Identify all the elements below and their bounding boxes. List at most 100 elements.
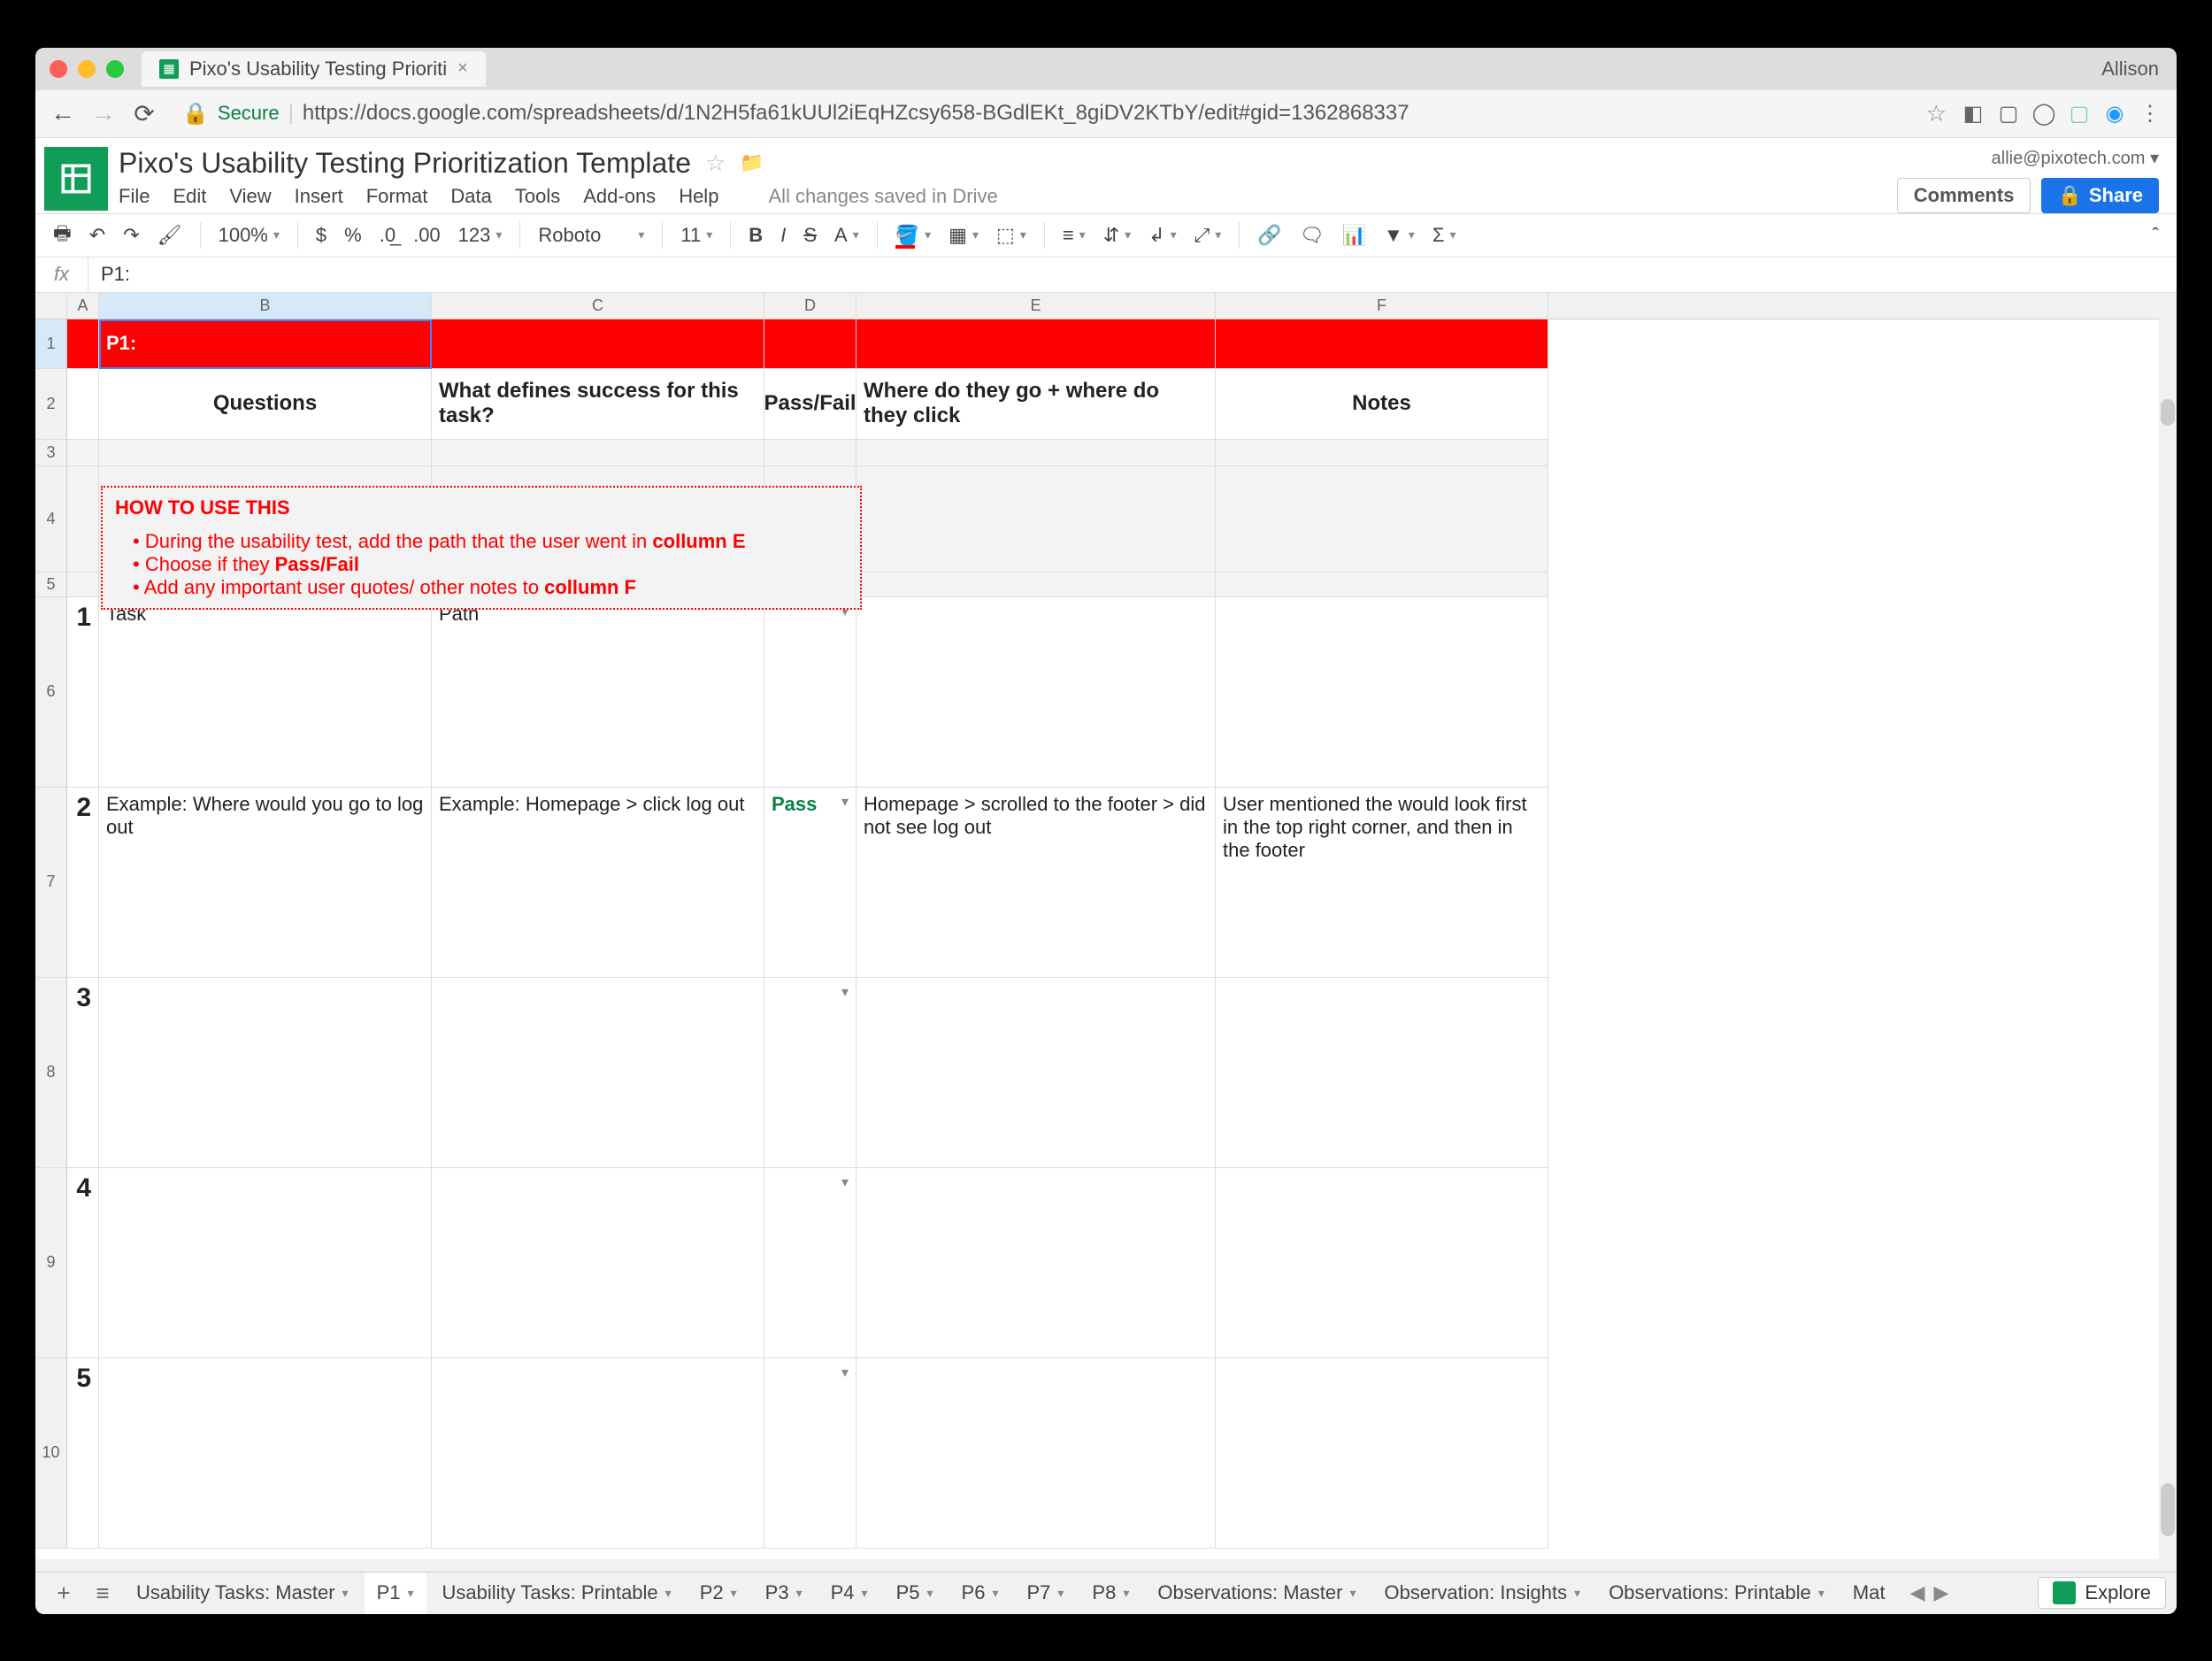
filter-icon[interactable]: ▼▾	[1384, 224, 1415, 247]
sheet-tab-active[interactable]: P1▾	[365, 1573, 426, 1614]
menu-tools[interactable]: Tools	[515, 185, 560, 208]
row-header-5[interactable]: 5	[35, 573, 67, 597]
menu-data[interactable]: Data	[450, 185, 491, 208]
forward-button[interactable]: →	[90, 100, 117, 127]
menu-icon[interactable]: ⋮	[2138, 101, 2162, 126]
percent-icon[interactable]: %	[344, 224, 362, 247]
task-notes[interactable]: User mentioned the would look first in t…	[1216, 788, 1548, 978]
ext-icon-2[interactable]: ▢	[1996, 101, 2021, 126]
row-header-7[interactable]: 7	[35, 788, 67, 978]
header-success[interactable]: What defines success for this task?	[432, 369, 764, 440]
reload-button[interactable]: ⟳	[131, 100, 157, 127]
borders-icon[interactable]: ▦▾	[949, 224, 979, 247]
dropdown-icon[interactable]: ▾	[841, 1364, 849, 1381]
task-notes[interactable]	[1216, 1358, 1548, 1549]
task-path[interactable]	[856, 597, 1216, 788]
cell-f1[interactable]	[1216, 319, 1548, 369]
task-num[interactable]: 2	[67, 788, 99, 978]
font-size-select[interactable]: 11 ▾	[680, 224, 712, 247]
functions-icon[interactable]: Σ▾	[1432, 224, 1456, 247]
zoom-select[interactable]: 100% ▾	[219, 224, 280, 247]
col-header-f[interactable]: F	[1216, 293, 1548, 319]
cell[interactable]	[856, 440, 1216, 466]
comments-button[interactable]: Comments	[1897, 178, 2032, 213]
cell-c1[interactable]	[432, 319, 764, 369]
header-path[interactable]: Where do they go + where do they click	[856, 369, 1216, 440]
menu-file[interactable]: File	[119, 185, 150, 208]
cell-e1[interactable]	[856, 319, 1216, 369]
redo-icon[interactable]: ↷	[123, 224, 139, 247]
task-success[interactable]	[432, 1168, 764, 1358]
row-header-9[interactable]: 9	[35, 1168, 67, 1358]
format-more-select[interactable]: 123▾	[458, 224, 503, 247]
font-select[interactable]: Roboto▾	[538, 224, 644, 247]
task-question[interactable]: Example: Where would you go to log out	[99, 788, 432, 978]
comment-icon[interactable]: 🗨	[1300, 224, 1325, 247]
close-window-icon[interactable]	[50, 60, 67, 78]
cell[interactable]	[764, 440, 856, 466]
sheet-tab[interactable]: P4▾	[818, 1573, 880, 1614]
task-success[interactable]	[432, 978, 764, 1168]
col-header-d[interactable]: D	[764, 293, 856, 319]
sheet-tab[interactable]: Observations: Master▾	[1145, 1573, 1368, 1614]
share-button[interactable]: 🔒 Share	[2041, 178, 2159, 213]
star-icon[interactable]: ☆	[705, 150, 726, 177]
browser-tab[interactable]: ▦ Pixo's Usability Testing Prioriti ×	[142, 51, 486, 87]
menu-format[interactable]: Format	[366, 185, 428, 208]
task-passfail[interactable]: ▾	[764, 597, 856, 788]
sheet-tab[interactable]: P7▾	[1014, 1573, 1076, 1614]
row-header-4[interactable]: 4	[35, 466, 67, 573]
fx-icon[interactable]: fx	[35, 258, 88, 292]
sheet-tab[interactable]: P5▾	[884, 1573, 946, 1614]
task-path[interactable]	[856, 1358, 1216, 1549]
col-header-a[interactable]: A	[67, 293, 99, 319]
cell[interactable]	[1216, 466, 1548, 573]
cell[interactable]	[1216, 440, 1548, 466]
formula-input[interactable]: P1:	[88, 263, 130, 286]
user-email[interactable]: allie@pixotech.com ▾	[1992, 147, 2159, 169]
task-success[interactable]	[432, 1358, 764, 1549]
dec-decrease-icon[interactable]: .0̲	[380, 224, 396, 247]
paint-format-icon[interactable]: 🖌	[157, 224, 182, 247]
sheet-tab[interactable]: P3▾	[753, 1573, 815, 1614]
menu-edit[interactable]: Edit	[173, 185, 206, 208]
col-header-e[interactable]: E	[856, 293, 1216, 319]
halign-icon[interactable]: ≡▾	[1063, 224, 1086, 247]
cell-a2[interactable]	[67, 369, 99, 440]
sheets-logo-icon[interactable]	[44, 147, 108, 211]
row-header-8[interactable]: 8	[35, 978, 67, 1168]
horizontal-scrollbar[interactable]	[35, 1559, 2159, 1572]
header-notes[interactable]: Notes	[1216, 369, 1548, 440]
cell-b1[interactable]: P1:	[99, 319, 432, 369]
sheet-tab[interactable]: Observations: Printable▾	[1596, 1573, 1837, 1614]
collapse-toolbar-icon[interactable]: ˆ	[2153, 224, 2159, 247]
strike-button[interactable]: S	[803, 224, 817, 247]
ext-icon-5[interactable]: ◉	[2102, 101, 2127, 126]
task-question[interactable]	[99, 1168, 432, 1358]
row-header-1[interactable]: 1	[35, 319, 67, 369]
menu-insert[interactable]: Insert	[295, 185, 343, 208]
bold-button[interactable]: B	[749, 224, 763, 247]
rotate-icon[interactable]: ⤢▾	[1194, 224, 1222, 247]
cell-a1[interactable]	[67, 319, 99, 369]
folder-icon[interactable]: 📁	[740, 151, 764, 174]
sheet-scroll-right-icon[interactable]: ▶	[1934, 1581, 1949, 1604]
cell[interactable]	[432, 440, 764, 466]
cell[interactable]	[856, 466, 1216, 573]
cell[interactable]	[1216, 573, 1548, 597]
task-passfail[interactable]: ▾	[764, 978, 856, 1168]
scrollbar-thumb[interactable]	[2161, 399, 2175, 426]
back-button[interactable]: ←	[50, 100, 76, 127]
dropdown-icon[interactable]: ▾	[841, 1173, 849, 1191]
select-all-cell[interactable]	[35, 293, 67, 319]
maximize-window-icon[interactable]	[106, 60, 124, 78]
task-passfail[interactable]: Pass▾	[764, 788, 856, 978]
wrap-icon[interactable]: ↲▾	[1148, 224, 1176, 247]
currency-icon[interactable]: $	[316, 224, 326, 247]
ext-icon-1[interactable]: ◧	[1961, 101, 1985, 126]
text-color-icon[interactable]: A▾	[834, 224, 859, 247]
header-passfail[interactable]: Pass/Fail	[764, 369, 856, 440]
task-question[interactable]	[99, 1358, 432, 1549]
task-passfail[interactable]: ▾	[764, 1358, 856, 1549]
doc-title[interactable]: Pixo's Usability Testing Prioritization …	[119, 147, 691, 180]
